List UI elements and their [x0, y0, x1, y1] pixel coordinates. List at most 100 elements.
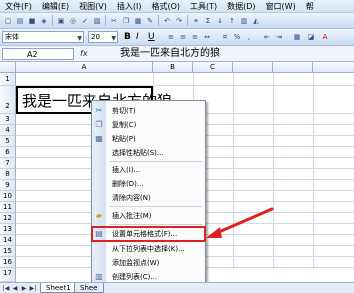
menu-item-label: 清除内容(N) — [112, 194, 151, 202]
row-header-8[interactable]: 8 — [0, 169, 16, 180]
row-header-4[interactable]: 4 — [0, 125, 16, 136]
row-header-15[interactable]: 15 — [0, 246, 16, 257]
sheet-tab-sheet2[interactable]: Shee — [74, 283, 104, 293]
menu-file[interactable]: 文件(F) — [0, 0, 37, 13]
row-header-1[interactable]: 1 — [0, 73, 16, 86]
column-header-a[interactable]: A — [16, 62, 153, 73]
save-icon[interactable]: ■ — [27, 16, 37, 26]
italic-button[interactable]: I — [136, 32, 139, 42]
sort-ascending-icon[interactable]: ↓ — [215, 16, 225, 26]
row-header-9[interactable]: 9 — [0, 180, 16, 191]
first-sheet-icon[interactable]: |◀ — [2, 284, 10, 293]
row-header-14[interactable]: 14 — [0, 235, 16, 246]
menu-view[interactable]: 视图(V) — [74, 0, 112, 13]
permission-icon[interactable]: ◈ — [39, 16, 49, 26]
column-header[interactable] — [313, 62, 354, 73]
currency-icon[interactable]: ¤ — [220, 32, 230, 42]
menu-item-delete[interactable]: 删除(D)... — [92, 177, 205, 191]
undo-icon[interactable]: ↶ — [162, 16, 172, 26]
menu-insert[interactable]: 插入(I) — [112, 0, 147, 13]
column-header-c[interactable]: C — [193, 62, 233, 73]
sheet-tab-sheet1[interactable]: Sheet1 — [40, 283, 77, 293]
row-header-2[interactable]: 2 — [0, 86, 16, 114]
merge-center-icon[interactable]: ⇔ — [202, 32, 212, 42]
drawing-icon[interactable]: ◭ — [251, 16, 261, 26]
print-preview-icon[interactable]: ◎ — [68, 16, 78, 26]
menu-item-copy[interactable]: ❐ 复制(C) — [92, 118, 205, 132]
row-header-12[interactable]: 12 — [0, 213, 16, 224]
row-header-17[interactable]: 17 — [0, 268, 16, 282]
font-name-combo[interactable]: 宋体 ▼ — [2, 31, 84, 43]
chevron-down-icon[interactable]: ▼ — [77, 33, 82, 44]
bold-button[interactable]: B — [124, 32, 131, 42]
align-right-icon[interactable]: ≡ — [190, 32, 200, 42]
name-box[interactable]: A2 — [2, 48, 74, 60]
row-header-7[interactable]: 7 — [0, 158, 16, 169]
menu-edit[interactable]: 编辑(E) — [37, 0, 74, 13]
paste-icon[interactable]: ▦ — [133, 16, 143, 26]
column-header[interactable] — [273, 62, 313, 73]
row-header-16[interactable]: 16 — [0, 257, 16, 268]
next-sheet-icon[interactable]: ▶ — [20, 284, 28, 293]
font-color-icon[interactable]: A — [320, 32, 330, 42]
row-header-11[interactable]: 11 — [0, 202, 16, 213]
font-size-combo[interactable]: 20 ▼ — [88, 31, 118, 43]
menu-item-label: 删除(D)... — [112, 180, 144, 188]
menu-item-add-watch[interactable]: 添加监视点(W) — [92, 256, 205, 270]
column-header[interactable] — [233, 62, 273, 73]
last-sheet-icon[interactable]: ▶| — [29, 284, 37, 293]
hyperlink-icon[interactable]: ⚭ — [191, 16, 201, 26]
copy-icon[interactable]: ❐ — [121, 16, 131, 26]
menu-tools[interactable]: 工具(T) — [185, 0, 222, 13]
autosum-icon[interactable]: Σ — [203, 16, 213, 26]
menu-help[interactable]: 帮 — [301, 0, 319, 13]
menu-item-insert-comment[interactable]: ▰ 插入批注(M) — [92, 209, 205, 223]
select-all-corner[interactable] — [0, 62, 16, 73]
formula-input[interactable]: 我是一匹来自北方的狼 — [120, 47, 220, 60]
toolbar-separator — [105, 15, 106, 26]
spelling-icon[interactable]: ✓ — [80, 16, 90, 26]
menu-item-label: 剪切(T) — [112, 107, 136, 115]
menu-item-paste[interactable]: ▦ 粘贴(P) — [92, 132, 205, 146]
increase-indent-icon[interactable]: ⇥ — [274, 32, 284, 42]
row-header-10[interactable]: 10 — [0, 191, 16, 202]
menu-item-pick-from-list[interactable]: 从下拉列表中选择(K)... — [92, 242, 205, 256]
align-center-icon[interactable]: ≡ — [178, 32, 188, 42]
menu-item-clear-contents[interactable]: 清除内容(N) — [92, 191, 205, 205]
decrease-indent-icon[interactable]: ⇤ — [262, 32, 272, 42]
fill-color-icon[interactable]: ◪ — [306, 32, 316, 42]
print-icon[interactable]: ▣ — [56, 16, 66, 26]
comma-style-icon[interactable]: , — [244, 32, 254, 42]
row-header-3[interactable]: 3 — [0, 114, 16, 125]
menu-format[interactable]: 格式(O) — [146, 0, 185, 13]
chevron-down-icon[interactable]: ▼ — [111, 33, 116, 44]
redo-icon[interactable]: ↷ — [174, 16, 184, 26]
menu-item-label: 插入批注(M) — [112, 212, 152, 220]
cut-icon[interactable]: ✂ — [109, 16, 119, 26]
comment-icon: ▰ — [95, 211, 103, 220]
borders-icon[interactable]: ▦ — [292, 32, 302, 42]
row-header-6[interactable]: 6 — [0, 147, 16, 158]
sort-descending-icon[interactable]: ↑ — [227, 16, 237, 26]
column-header-b[interactable]: B — [153, 62, 193, 73]
format-painter-icon[interactable]: ✎ — [145, 16, 155, 26]
formula-bar: A2 fx 我是一匹来自北方的狼 — [0, 46, 354, 62]
insert-function-icon[interactable]: fx — [80, 48, 88, 60]
underline-button[interactable]: U — [148, 32, 155, 42]
percent-icon[interactable]: % — [232, 32, 242, 42]
menu-item-insert[interactable]: 插入(I)... — [92, 163, 205, 177]
new-icon[interactable]: ▢ — [3, 16, 13, 26]
align-left-icon[interactable]: ≡ — [166, 32, 176, 42]
menu-item-paste-special[interactable]: 选择性粘贴(S)... — [92, 146, 205, 160]
menu-item-format-cells[interactable]: ▤ 设置单元格格式(F)... — [91, 226, 206, 242]
open-icon[interactable]: ▤ — [15, 16, 25, 26]
menu-data[interactable]: 数据(D) — [222, 0, 260, 13]
scissors-icon: ✂ — [95, 106, 103, 115]
row-header-13[interactable]: 13 — [0, 224, 16, 235]
row-header-5[interactable]: 5 — [0, 136, 16, 147]
menu-item-cut[interactable]: ✂ 剪切(T) — [92, 104, 205, 118]
menu-window[interactable]: 窗口(W) — [261, 0, 301, 13]
chart-icon[interactable]: ▥ — [239, 16, 249, 26]
prev-sheet-icon[interactable]: ◀ — [11, 284, 19, 293]
research-icon[interactable]: ▧ — [92, 16, 102, 26]
